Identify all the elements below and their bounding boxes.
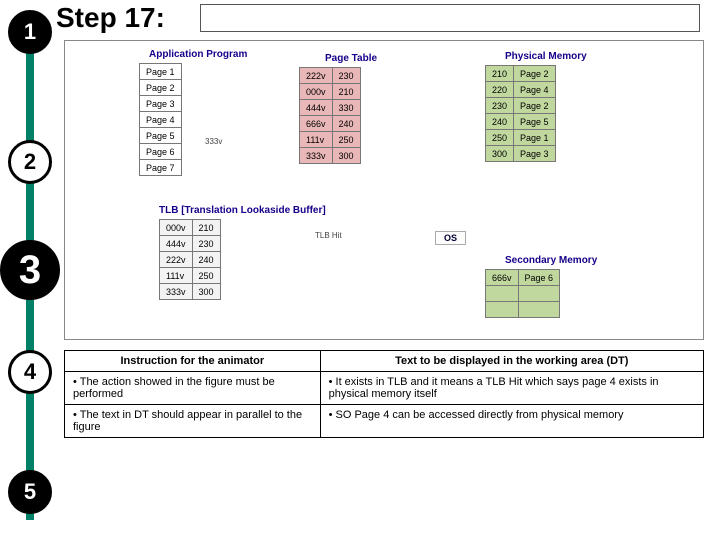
cell: 000v bbox=[160, 220, 193, 236]
table-sec-mem: 666vPage 6 bbox=[485, 269, 560, 318]
list-item: SO Page 4 can be accessed directly from … bbox=[329, 409, 695, 421]
cell: 230 bbox=[192, 236, 220, 252]
cell: Page 6 bbox=[140, 144, 182, 160]
label-app-program: Application Program bbox=[149, 49, 247, 60]
cell: 330 bbox=[332, 100, 360, 116]
cell: 333v bbox=[160, 284, 193, 300]
cell: 222v bbox=[300, 68, 333, 84]
cell: Page 3 bbox=[140, 96, 182, 112]
step-marker-3: 3 bbox=[0, 240, 60, 300]
tlb-hit-label: TLB Hit bbox=[315, 231, 342, 240]
list-item: The action showed in the figure must be … bbox=[73, 376, 312, 400]
cell: 300 bbox=[486, 146, 514, 162]
cell: 210 bbox=[332, 84, 360, 100]
cell: Page 5 bbox=[140, 128, 182, 144]
cell: Page 2 bbox=[140, 80, 182, 96]
cell: Page 7 bbox=[140, 160, 182, 176]
cell: 240 bbox=[332, 116, 360, 132]
cell: 210 bbox=[192, 220, 220, 236]
cell: Page 4 bbox=[514, 82, 556, 98]
cell: 300 bbox=[192, 284, 220, 300]
cell bbox=[486, 286, 519, 302]
cell: 111v bbox=[300, 132, 333, 148]
addr-hint: 333v bbox=[205, 137, 222, 146]
cell: 444v bbox=[300, 100, 333, 116]
label-page-table: Page Table bbox=[325, 53, 377, 64]
figure-area: Application Program Page 1 Page 2 Page 3… bbox=[64, 40, 704, 340]
list-item: The text in DT should appear in parallel… bbox=[73, 409, 312, 433]
instruction-table: Instruction for the animator Text to be … bbox=[64, 350, 704, 438]
cell: Page 3 bbox=[514, 146, 556, 162]
step-marker-5: 5 bbox=[8, 470, 52, 514]
table-page-table: 222v230 000v210 444v330 666v240 111v250 … bbox=[299, 67, 361, 164]
label-os: OS bbox=[435, 231, 466, 245]
cell: 250 bbox=[486, 130, 514, 146]
cell: 444v bbox=[160, 236, 193, 252]
cell: 300 bbox=[332, 148, 360, 164]
table-app-pages: Page 1 Page 2 Page 3 Page 4 Page 5 Page … bbox=[139, 63, 182, 176]
cell: 000v bbox=[300, 84, 333, 100]
cell: Page 6 bbox=[518, 270, 560, 286]
cell: 250 bbox=[332, 132, 360, 148]
step-marker-4: 4 bbox=[8, 350, 52, 394]
cell-dt-1: It exists in TLB and it means a TLB Hit … bbox=[320, 372, 703, 405]
step-marker-1: 1 bbox=[8, 10, 52, 54]
col-header-dt: Text to be displayed in the working area… bbox=[320, 351, 703, 372]
cell: 240 bbox=[192, 252, 220, 268]
cell: 230 bbox=[486, 98, 514, 114]
cell: 666v bbox=[300, 116, 333, 132]
cell bbox=[518, 286, 560, 302]
step-title: Step 17: bbox=[56, 2, 165, 34]
cell-animator-1: The action showed in the figure must be … bbox=[65, 372, 321, 405]
label-tlb: TLB [Translation Lookaside Buffer] bbox=[159, 205, 326, 216]
cell: Page 1 bbox=[140, 64, 182, 80]
cell: 666v bbox=[486, 270, 519, 286]
label-phys-mem: Physical Memory bbox=[505, 51, 587, 62]
cell bbox=[518, 302, 560, 318]
title-input-box bbox=[200, 4, 700, 32]
cell: 230 bbox=[332, 68, 360, 84]
cell: Page 4 bbox=[140, 112, 182, 128]
label-sec-mem: Secondary Memory bbox=[505, 255, 597, 266]
step-marker-2: 2 bbox=[8, 140, 52, 184]
cell: Page 2 bbox=[514, 66, 556, 82]
table-phys-mem: 210Page 2 220Page 4 230Page 2 240Page 5 … bbox=[485, 65, 556, 162]
cell: 333v bbox=[300, 148, 333, 164]
cell: Page 1 bbox=[514, 130, 556, 146]
col-header-animator: Instruction for the animator bbox=[65, 351, 321, 372]
cell: 222v bbox=[160, 252, 193, 268]
cell: Page 2 bbox=[514, 98, 556, 114]
table-tlb: 000v210 444v230 222v240 111v250 333v300 bbox=[159, 219, 221, 300]
cell: 220 bbox=[486, 82, 514, 98]
cell bbox=[486, 302, 519, 318]
cell-dt-2: SO Page 4 can be accessed directly from … bbox=[320, 405, 703, 438]
cell: Page 5 bbox=[514, 114, 556, 130]
cell: 111v bbox=[160, 268, 193, 284]
list-item: It exists in TLB and it means a TLB Hit … bbox=[329, 376, 695, 400]
cell: 240 bbox=[486, 114, 514, 130]
cell-animator-2: The text in DT should appear in parallel… bbox=[65, 405, 321, 438]
cell: 210 bbox=[486, 66, 514, 82]
cell: 250 bbox=[192, 268, 220, 284]
